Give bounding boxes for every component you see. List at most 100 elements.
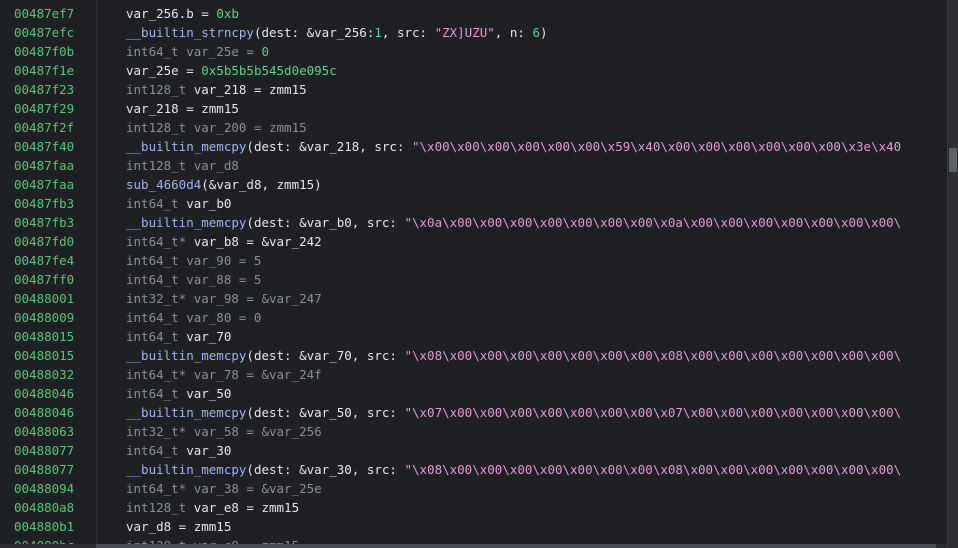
decompiler-view[interactable]: 00487ef7 var_256.b = 0xb 00487efc __builtin…: [0, 0, 948, 548]
address-gutter-divider: [96, 0, 97, 548]
code-token: int64_t: [126, 196, 187, 211]
line-code: int64_t var_50: [126, 384, 231, 403]
line-address[interactable]: 00488046: [14, 384, 74, 403]
line-code: int64_t var_80 = 0: [126, 308, 261, 327]
line-address[interactable]: 00487faa: [14, 175, 74, 194]
line-address[interactable]: 00488077: [14, 460, 74, 479]
line-address[interactable]: 00487ef7: [14, 4, 74, 23]
code-token: "\x08\x00\x00\x00\x00\x00\x00\x00\x08\x0…: [404, 462, 902, 477]
code-token: (dest: &var_50, src:: [246, 405, 405, 420]
code-token: , src:: [381, 25, 435, 40]
line-address[interactable]: 00487fe4: [14, 251, 74, 270]
vertical-scroll-thumb[interactable]: [949, 148, 957, 172]
line-address[interactable]: 00488015: [14, 327, 74, 346]
code-token: int64_t var_25e =: [126, 44, 262, 59]
line-address[interactable]: 00487f40: [14, 137, 74, 156]
code-token[interactable]: __builtin_memcpy: [126, 215, 246, 230]
code-token: var_70: [186, 329, 232, 344]
line-address[interactable]: 00487efc: [14, 23, 74, 42]
code-token: int128_t: [126, 82, 194, 97]
line-address[interactable]: 00487faa: [14, 156, 74, 175]
code-token: (dest: &var_256:: [253, 25, 375, 40]
code-token: int64_t*: [126, 234, 194, 249]
line-code: int128_t var_e8 = zmm15: [126, 498, 299, 517]
line-address[interactable]: 00487f2f: [14, 118, 74, 137]
line-code: __builtin_memcpy(dest: &var_70, src: "\x…: [126, 346, 901, 365]
line-code: int32_t* var_58 = &var_256: [126, 422, 322, 441]
code-token: 6: [532, 25, 540, 40]
line-address[interactable]: 00488001: [14, 289, 74, 308]
line-address[interactable]: 00488063: [14, 422, 74, 441]
line-address[interactable]: 00487f29: [14, 99, 74, 118]
code-token: (dest: &var_b0, src:: [246, 215, 405, 230]
code-token: int32_t* var_98 = &var_247: [126, 291, 322, 306]
code-token: (&var_d8, zmm15): [201, 177, 322, 192]
code-token[interactable]: __builtin_memcpy: [126, 348, 246, 363]
line-address[interactable]: 00487fb3: [14, 194, 74, 213]
code-token: int64_t var_80 = 0: [126, 310, 262, 325]
line-address[interactable]: 00487fb3: [14, 213, 74, 232]
code-token: 1: [374, 25, 382, 40]
code-token: int64_t: [126, 443, 187, 458]
code-token: 0xb: [216, 6, 239, 21]
line-code: sub_4660d4(&var_d8, zmm15): [126, 175, 322, 194]
code-token: var_b8 = &var_242: [193, 234, 322, 249]
code-token: var_e8 = zmm15: [193, 500, 300, 515]
code-token: var_256.b =: [126, 6, 217, 21]
line-address[interactable]: 004880b1: [14, 517, 74, 536]
line-address[interactable]: 00488015: [14, 346, 74, 365]
code-token: var_218 = zmm15: [126, 101, 239, 116]
code-token[interactable]: sub_4660d4: [126, 177, 201, 192]
code-token: int64_t: [126, 386, 187, 401]
line-code: int64_t* var_b8 = &var_242: [126, 232, 322, 251]
code-token: "\x08\x00\x00\x00\x00\x00\x00\x00\x08\x0…: [404, 348, 902, 363]
code-token: int32_t* var_58 = &var_256: [126, 424, 322, 439]
code-token: , n:: [494, 25, 533, 40]
line-address[interactable]: 00487f0b: [14, 42, 74, 61]
code-token: var_25e =: [126, 63, 202, 78]
line-code: var_d8 = zmm15: [126, 517, 231, 536]
line-address[interactable]: 00488046: [14, 403, 74, 422]
line-code: int64_t var_70: [126, 327, 231, 346]
line-code: var_218 = zmm15: [126, 99, 239, 118]
line-address[interactable]: 00488077: [14, 441, 74, 460]
line-address[interactable]: 00488094: [14, 479, 74, 498]
code-token[interactable]: __builtin_strncpy: [126, 25, 254, 40]
code-token: 0: [261, 44, 269, 59]
line-code: __builtin_memcpy(dest: &var_50, src: "\x…: [126, 403, 901, 422]
code-token: int64_t: [126, 329, 187, 344]
line-code: int64_t* var_38 = &var_25e: [126, 479, 322, 498]
code-token[interactable]: __builtin_memcpy: [126, 462, 246, 477]
line-address[interactable]: 00487fd0: [14, 232, 74, 251]
code-token: var_50: [186, 386, 232, 401]
line-code: int64_t var_88 = 5: [126, 270, 261, 289]
code-token: var_30: [186, 443, 232, 458]
line-code: __builtin_memcpy(dest: &var_b0, src: "\x…: [126, 213, 901, 232]
code-token: 0x5b5b5b545d0e095c: [201, 63, 337, 78]
code-token: var_218 = zmm15: [193, 82, 307, 97]
line-code: int64_t var_b0: [126, 194, 231, 213]
code-token[interactable]: __builtin_memcpy: [126, 405, 246, 420]
line-code: int32_t* var_98 = &var_247: [126, 289, 322, 308]
line-code: int64_t var_25e = 0: [126, 42, 269, 61]
line-code: int128_t var_d8: [126, 156, 239, 175]
line-code: __builtin_memcpy(dest: &var_30, src: "\x…: [126, 460, 901, 479]
line-code: __builtin_memcpy(dest: &var_218, src: "\…: [126, 137, 901, 156]
line-code: int128_t var_200 = zmm15: [126, 118, 307, 137]
line-address[interactable]: 004880a8: [14, 498, 74, 517]
line-address[interactable]: 00487f23: [14, 80, 74, 99]
vertical-scrollbar[interactable]: [947, 0, 958, 548]
line-code: int64_t* var_78 = &var_24f: [126, 365, 322, 384]
code-token: "\x0a\x00\x00\x00\x00\x00\x00\x00\x0a\x0…: [404, 215, 902, 230]
code-token[interactable]: __builtin_memcpy: [126, 139, 246, 154]
horizontal-scrollbar[interactable]: [0, 544, 948, 548]
line-address[interactable]: 00488032: [14, 365, 74, 384]
line-address[interactable]: 00487ff0: [14, 270, 74, 289]
line-code: int128_t var_218 = zmm15: [126, 80, 307, 99]
code-token: (dest: &var_70, src:: [246, 348, 405, 363]
horizontal-scroll-thumb[interactable]: [96, 544, 936, 548]
line-code: int64_t var_30: [126, 441, 231, 460]
line-code: var_256.b = 0xb: [126, 4, 239, 23]
line-address[interactable]: 00488009: [14, 308, 74, 327]
line-address[interactable]: 00487f1e: [14, 61, 74, 80]
